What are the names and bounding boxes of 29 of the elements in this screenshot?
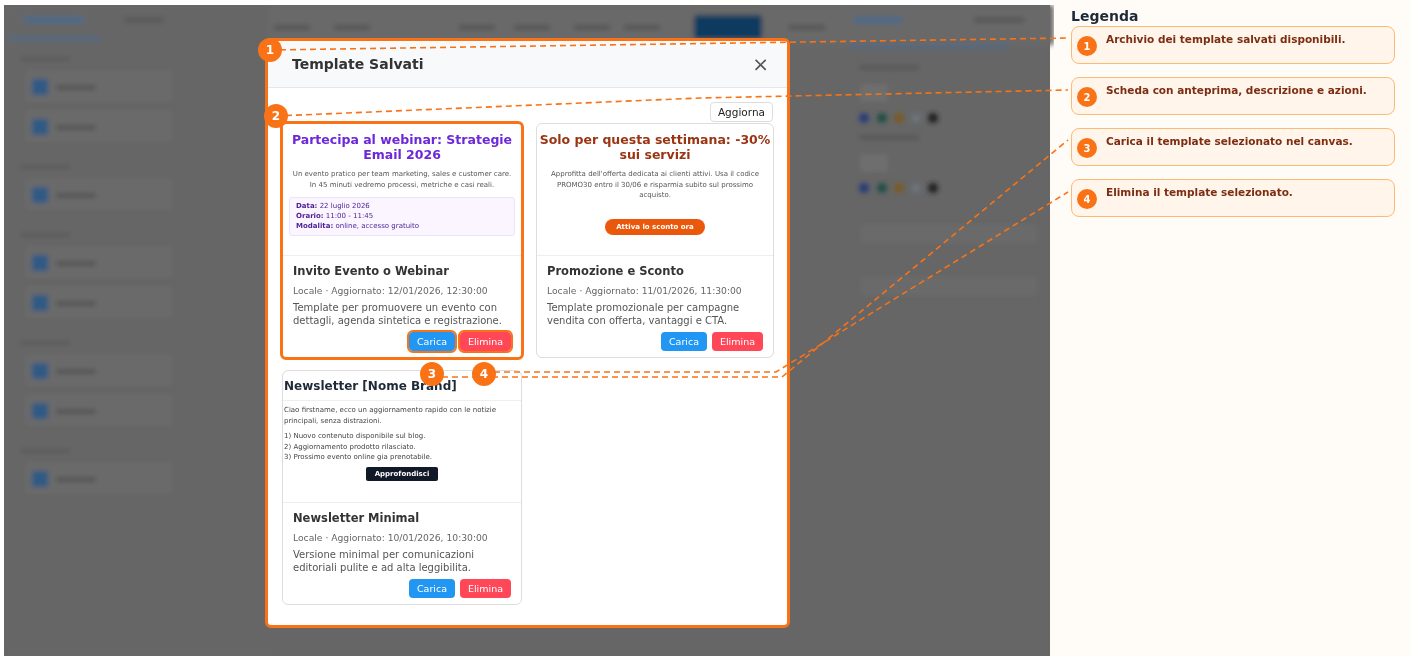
- refresh-button[interactable]: Aggiorna: [709, 102, 773, 122]
- step-number-badge: 4: [1077, 189, 1097, 209]
- close-button[interactable]: ×: [748, 52, 773, 76]
- step-number-badge: 2: [1077, 87, 1097, 107]
- load-button[interactable]: Carica: [408, 579, 455, 598]
- template-description: Versione minimal per comunicazioni editoriali pulite e ad alta leggibilita.: [293, 548, 476, 574]
- legend-text: Scheda con anteprima, descrizione e azioni.: [1106, 84, 1367, 96]
- template-name: Invito Evento o Webinar: [293, 264, 450, 278]
- template-description: Template per promuovere un evento con dettagli, agenda sintetica e registrazione.: [293, 301, 503, 327]
- legend-text: Elimina il template selezionato.: [1106, 186, 1293, 198]
- preview-heading: Solo per questa settimana: -30% sui servizi: [538, 131, 772, 162]
- dialog-title: Template Salvati: [291, 56, 424, 72]
- legend-text: Archivio dei template salvati disponibili.: [1106, 33, 1346, 45]
- template-description: Template promozionale per campagne vendita con offerta, vantaggi e CTA.: [547, 301, 741, 327]
- delete-button[interactable]: Elimina: [459, 332, 511, 351]
- template-meta: Locale · Aggiornato: 11/01/2026, 11:30:00: [547, 285, 743, 296]
- preview-heading: Partecipa al webinar: Strategie Email 2026: [290, 131, 514, 162]
- delete-button[interactable]: Elimina: [459, 579, 511, 598]
- load-button[interactable]: Carica: [660, 332, 707, 351]
- step-number-badge: 1: [1077, 36, 1097, 56]
- template-meta: Locale · Aggiornato: 12/01/2026, 12:30:00: [293, 285, 489, 296]
- load-button[interactable]: Carica: [408, 332, 455, 351]
- step-number-badge: 3: [1077, 138, 1097, 158]
- template-meta: Locale · Aggiornato: 10/01/2026, 10:30:00: [293, 532, 489, 543]
- legend-text: Carica il template selezionato nel canvas.: [1106, 135, 1353, 147]
- template-name: Newsletter Minimal: [293, 511, 421, 525]
- legend-title: Legenda: [1071, 8, 1140, 24]
- delete-button[interactable]: Elimina: [711, 332, 763, 351]
- template-name: Promozione e Sconto: [547, 264, 685, 278]
